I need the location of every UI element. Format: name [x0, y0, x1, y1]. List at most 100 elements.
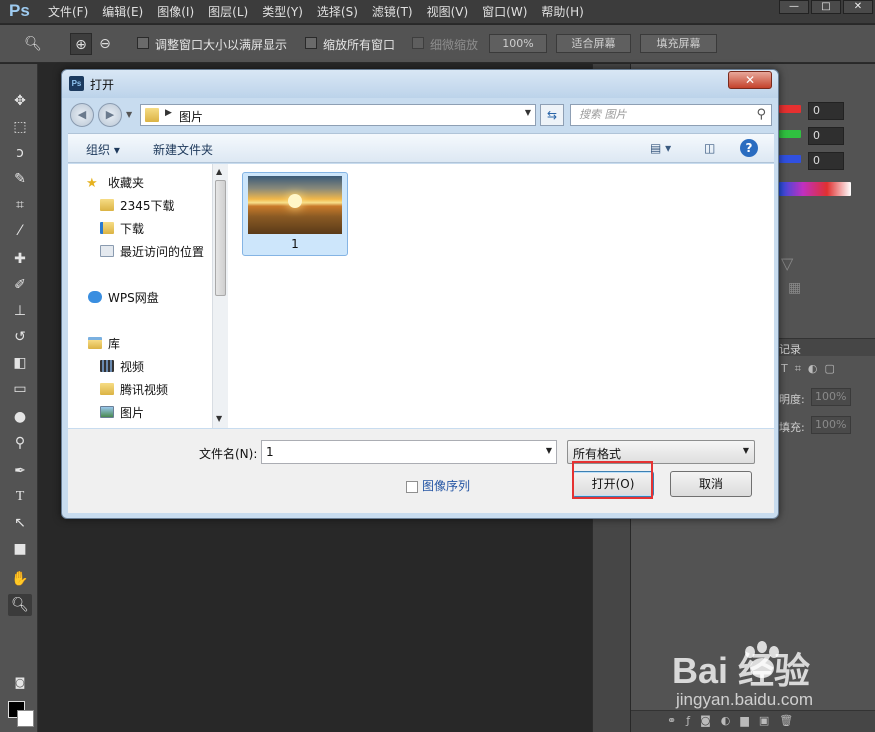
fit-screen-button[interactable]: 适合屏幕 — [556, 34, 631, 53]
scroll-down-icon[interactable]: ▼ — [216, 414, 222, 423]
history-tab[interactable]: 记录 — [779, 341, 801, 357]
address-dropdown-icon[interactable]: ▼ — [525, 108, 531, 117]
grid-icon[interactable]: ▦ — [788, 280, 801, 296]
zoom-all-label: 缩放所有窗口 — [323, 38, 396, 52]
search-input[interactable] — [579, 108, 749, 121]
menu-type[interactable]: 类型(Y) — [255, 0, 310, 24]
clone-stamp-icon[interactable]: ⊥ — [8, 300, 32, 322]
menu-help[interactable]: 帮助(H) — [534, 0, 590, 24]
zoom-tool-icon[interactable]: 🔍︎ — [22, 33, 44, 55]
organize-button[interactable]: 组织 ▾ — [86, 141, 120, 158]
nav-wps-cloud[interactable]: WPS网盘 — [88, 289, 159, 306]
new-folder-button[interactable]: 新建文件夹 — [153, 141, 213, 158]
zoom-100-button[interactable]: 100% — [489, 34, 547, 53]
back-arrow-icon[interactable]: ◀ — [70, 103, 94, 127]
forward-arrow-icon[interactable]: ▶ — [98, 103, 122, 127]
eyedropper-tool-icon[interactable]: ⁄ — [8, 220, 32, 242]
nav-pictures-label: 图片 — [120, 406, 145, 420]
green-slider[interactable] — [779, 130, 801, 138]
minimize-button[interactable]: — — [779, 0, 809, 14]
shape-tool-icon[interactable]: ■ — [8, 538, 32, 560]
nav-videos-label: 视频 — [120, 360, 145, 374]
filename-dropdown-icon[interactable]: ▼ — [546, 446, 552, 455]
nav-pictures[interactable]: 图片 — [100, 404, 144, 421]
image-sequence-checkbox[interactable] — [406, 481, 418, 493]
nav-library[interactable]: 库 — [88, 335, 120, 352]
refresh-icon[interactable]: ⇆ — [540, 104, 564, 126]
search-icon[interactable]: ⚲ — [756, 107, 766, 122]
red-value[interactable]: 0 — [808, 102, 844, 120]
address-path[interactable]: 图片 — [179, 108, 203, 125]
nav-2345-downloads[interactable]: 2345下载 — [100, 197, 175, 214]
hand-tool-icon[interactable]: ✋ — [8, 568, 32, 590]
nav-downloads[interactable]: 下载 — [100, 220, 144, 237]
zoom-tool-active-icon[interactable]: 🔍︎ — [8, 594, 32, 616]
view-options-icon[interactable]: ▤ ▾ — [650, 141, 671, 155]
filetype-dropdown-icon[interactable]: ▼ — [743, 446, 749, 455]
type-tool-icon[interactable]: T — [8, 486, 32, 508]
zoom-in-icon[interactable]: ⊕ — [70, 33, 92, 55]
filename-input[interactable] — [266, 445, 526, 459]
history-dropdown-icon[interactable]: ▼ — [126, 110, 132, 119]
nav-recent[interactable]: 最近访问的位置 — [100, 243, 204, 260]
highlight-box — [572, 461, 653, 499]
watermark-url: jingyan.baidu.com — [676, 690, 814, 709]
image-sequence-label[interactable]: 图像序列 — [422, 477, 470, 494]
red-slider[interactable] — [779, 105, 801, 113]
brush-tool-icon[interactable]: ✐ — [8, 274, 32, 296]
menu-filter[interactable]: 滤镜(T) — [365, 0, 420, 24]
menu-file[interactable]: 文件(F) — [41, 0, 95, 24]
nav-scrollbar-thumb[interactable] — [215, 180, 226, 296]
fill-screen-button[interactable]: 填充屏幕 — [640, 34, 717, 53]
resize-windows-checkbox[interactable] — [137, 37, 149, 49]
menu-view[interactable]: 视图(V) — [420, 0, 476, 24]
dodge-tool-icon[interactable]: ⚲ — [8, 432, 32, 454]
blur-tool-icon[interactable]: ● — [8, 406, 32, 428]
dialog-close-button[interactable]: ✕ — [728, 71, 772, 89]
crop-tool-icon[interactable]: ⌗ — [8, 194, 32, 216]
quick-select-tool-icon[interactable]: ✎ — [8, 168, 32, 190]
adjustment-icon[interactable]: ▽ — [781, 254, 793, 273]
menu-edit[interactable]: 编辑(E) — [95, 0, 150, 24]
marquee-tool-icon[interactable]: ⬚ — [8, 116, 32, 138]
menu-window[interactable]: 窗口(W) — [475, 0, 534, 24]
zoom-out-icon[interactable]: ⊖ — [94, 33, 116, 55]
search-box[interactable]: ⚲ — [570, 104, 772, 126]
help-icon[interactable]: ? — [740, 139, 758, 157]
nav-scrollbar[interactable]: ▲ ▼ — [212, 164, 228, 428]
blue-slider[interactable] — [779, 155, 801, 163]
app-close-button[interactable]: ✕ — [843, 0, 873, 14]
scrubby-zoom-checkbox[interactable] — [412, 37, 424, 49]
nav-favorites[interactable]: ★ 收藏夹 — [86, 174, 144, 191]
scroll-up-icon[interactable]: ▲ — [216, 167, 222, 176]
file-item[interactable]: 1 — [242, 172, 348, 256]
green-value[interactable]: 0 — [808, 127, 844, 145]
menu-image[interactable]: 图像(I) — [150, 0, 201, 24]
lasso-tool-icon[interactable]: ↄ — [8, 142, 32, 164]
gradient-tool-icon[interactable]: ▭ — [8, 378, 32, 400]
eraser-tool-icon[interactable]: ◧ — [8, 352, 32, 374]
address-bar[interactable]: ▶ 图片 ▼ — [140, 104, 536, 126]
quick-mask-icon[interactable]: ◙ — [8, 672, 32, 694]
filename-combobox[interactable]: ▼ — [261, 440, 557, 464]
fill-field[interactable]: 100% — [811, 416, 851, 434]
breadcrumb-chevron-icon[interactable]: ▶ — [165, 108, 172, 118]
preview-pane-icon[interactable]: ◫ — [704, 141, 715, 155]
pen-tool-icon[interactable]: ✒ — [8, 460, 32, 482]
move-tool-icon[interactable]: ✥ — [8, 90, 32, 112]
blue-value[interactable]: 0 — [808, 152, 844, 170]
history-brush-icon[interactable]: ↺ — [8, 326, 32, 348]
layer-filter-icons[interactable]: T⌗◐▢ — [781, 362, 842, 376]
cancel-button[interactable]: 取消 — [670, 471, 752, 497]
healing-brush-icon[interactable]: ✚ — [8, 248, 32, 270]
color-ramp[interactable] — [779, 182, 851, 196]
menu-select[interactable]: 选择(S) — [310, 0, 365, 24]
restore-button[interactable]: □ — [811, 0, 841, 14]
menu-layer[interactable]: 图层(L) — [201, 0, 255, 24]
nav-videos[interactable]: 视频 — [100, 358, 144, 375]
opacity-field[interactable]: 100% — [811, 388, 851, 406]
path-select-icon[interactable]: ↖ — [8, 512, 32, 534]
zoom-all-checkbox[interactable] — [305, 37, 317, 49]
photoshop-logo: Ps — [9, 1, 30, 20]
nav-tencent-video[interactable]: 腾讯视频 — [100, 381, 168, 398]
